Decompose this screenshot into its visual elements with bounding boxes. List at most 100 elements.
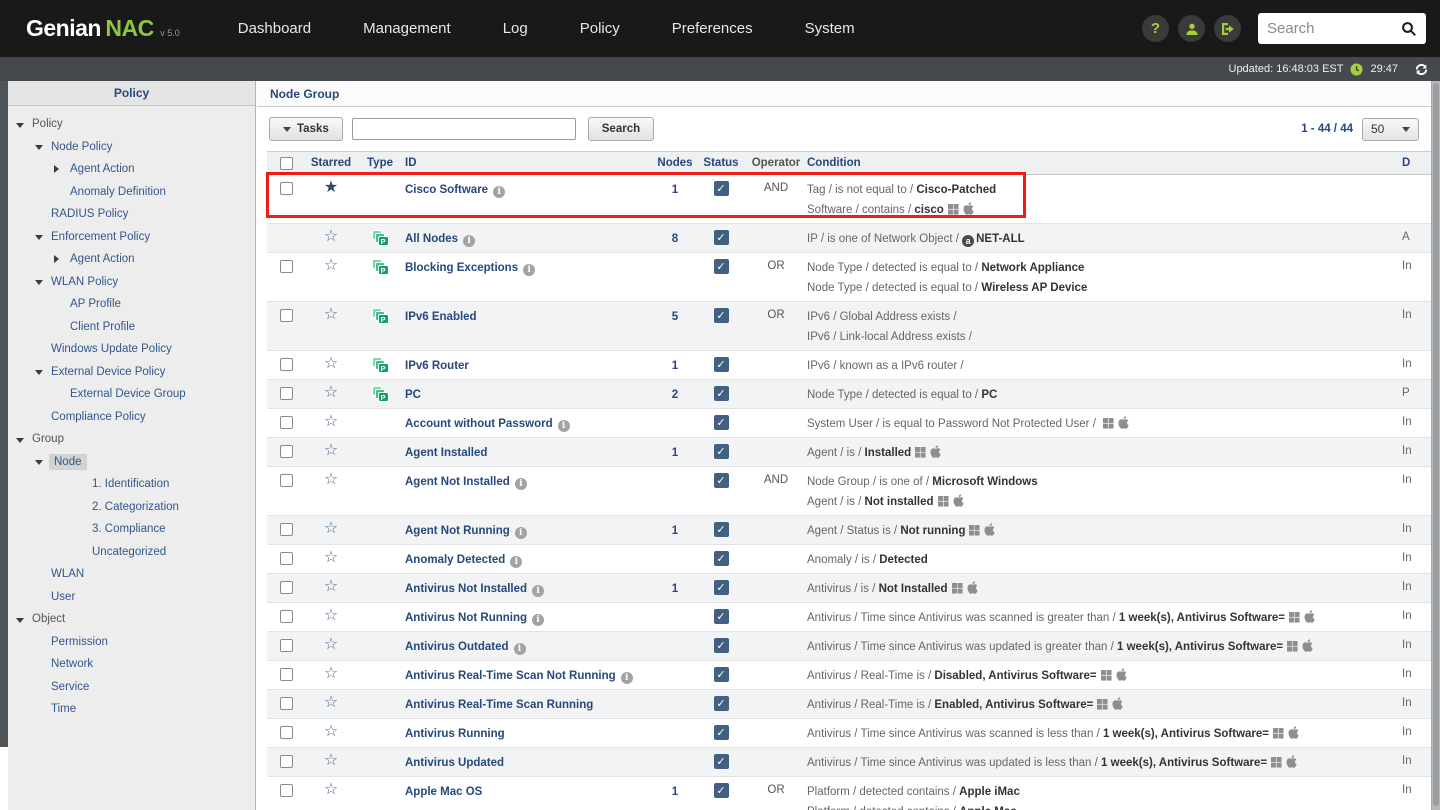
star-filled-icon[interactable]: ★ [324, 180, 338, 196]
nav-management[interactable]: Management [363, 20, 451, 37]
info-icon[interactable]: i [620, 672, 633, 684]
status-enabled-checkbox[interactable]: ✓ [713, 725, 729, 740]
row-checkbox[interactable] [279, 668, 293, 681]
node-group-link[interactable]: Antivirus Real-Time Scan Not Running [405, 670, 616, 682]
search-button[interactable]: Search [587, 117, 655, 141]
sidebar-item-agent-action[interactable]: Agent Action [8, 158, 255, 181]
row-checkbox[interactable] [279, 610, 293, 623]
sidebar-item-agent-action[interactable]: Agent Action [8, 248, 255, 271]
status-enabled-checkbox[interactable]: ✓ [713, 444, 729, 459]
star-outline-icon[interactable]: ☆ [324, 695, 338, 711]
node-group-link[interactable]: Antivirus Real-Time Scan Running [405, 699, 593, 711]
star-outline-icon[interactable]: ☆ [324, 753, 338, 769]
status-enabled-checkbox[interactable]: ✓ [713, 754, 729, 769]
info-icon[interactable]: i [493, 186, 506, 198]
sidebar-item-compliance-policy[interactable]: Compliance Policy [8, 406, 255, 429]
sidebar-item-external-device-group[interactable]: External Device Group [8, 383, 255, 406]
page-size-select[interactable]: 50 [1362, 117, 1419, 141]
node-group-link[interactable]: Antivirus Running [405, 728, 505, 740]
info-icon[interactable]: i [532, 585, 545, 597]
tasks-button[interactable]: Tasks [269, 117, 343, 141]
tree-collapse-icon[interactable] [35, 233, 48, 240]
node-group-link[interactable]: Antivirus Not Running [405, 612, 527, 624]
row-checkbox[interactable] [279, 260, 293, 273]
node-group-link[interactable]: Account without Password [405, 418, 553, 430]
row-checkbox[interactable] [279, 639, 293, 652]
sidebar-item-external-device-policy[interactable]: External Device Policy [8, 361, 255, 384]
row-checkbox[interactable] [279, 182, 293, 195]
star-outline-icon[interactable]: ☆ [324, 414, 338, 430]
status-enabled-checkbox[interactable]: ✓ [713, 609, 729, 624]
tree-expand-icon[interactable] [54, 165, 67, 173]
star-outline-icon[interactable]: ☆ [324, 724, 338, 740]
sidebar-item-node[interactable]: Node [8, 451, 255, 474]
tree-collapse-icon[interactable] [35, 458, 48, 465]
star-outline-icon[interactable]: ☆ [324, 521, 338, 537]
status-enabled-checkbox[interactable]: ✓ [713, 473, 729, 488]
nav-log[interactable]: Log [503, 20, 528, 37]
node-group-link[interactable]: Blocking Exceptions [405, 262, 518, 274]
row-checkbox[interactable] [279, 581, 293, 594]
star-outline-icon[interactable]: ☆ [324, 782, 338, 798]
star-outline-icon[interactable]: ☆ [324, 229, 338, 245]
sidebar-item-2-categorization[interactable]: 2. Categorization [8, 496, 255, 519]
star-outline-icon[interactable]: ☆ [324, 356, 338, 372]
status-enabled-checkbox[interactable]: ✓ [713, 638, 729, 653]
star-outline-icon[interactable]: ☆ [324, 258, 338, 274]
sidebar-item-enforcement-policy[interactable]: Enforcement Policy [8, 226, 255, 249]
sidebar-item-3-compliance[interactable]: 3. Compliance [8, 518, 255, 541]
status-enabled-checkbox[interactable]: ✓ [713, 696, 729, 711]
sidebar-item-policy[interactable]: Policy [8, 113, 255, 136]
help-icon[interactable]: ? [1142, 15, 1169, 42]
info-icon[interactable]: i [532, 614, 545, 626]
sidebar-item-permission[interactable]: Permission [8, 631, 255, 654]
search-input[interactable] [1267, 20, 1387, 37]
nav-policy[interactable]: Policy [580, 20, 620, 37]
tree-collapse-icon[interactable] [35, 278, 48, 285]
nav-preferences[interactable]: Preferences [672, 20, 753, 37]
star-outline-icon[interactable]: ☆ [324, 608, 338, 624]
row-checkbox[interactable] [279, 416, 293, 429]
row-checkbox[interactable] [279, 552, 293, 565]
nav-dashboard[interactable]: Dashboard [238, 20, 311, 37]
status-enabled-checkbox[interactable]: ✓ [713, 415, 729, 430]
tree-expand-icon[interactable] [54, 255, 67, 263]
search-icon[interactable] [1401, 21, 1417, 37]
info-icon[interactable]: i [523, 264, 536, 276]
node-count-link[interactable]: 5 [672, 309, 678, 323]
node-group-link[interactable]: Antivirus Outdated [405, 641, 509, 653]
logout-icon[interactable] [1214, 15, 1241, 42]
status-enabled-checkbox[interactable]: ✓ [713, 308, 729, 323]
status-enabled-checkbox[interactable]: ✓ [713, 551, 729, 566]
node-count-link[interactable]: 2 [672, 387, 678, 401]
star-outline-icon[interactable]: ☆ [324, 307, 338, 323]
refresh-icon[interactable] [1415, 63, 1428, 76]
star-outline-icon[interactable]: ☆ [324, 443, 338, 459]
sidebar-item-anomaly-definition[interactable]: Anomaly Definition [8, 181, 255, 204]
sidebar-item-uncategorized[interactable]: Uncategorized [8, 541, 255, 564]
node-group-link[interactable]: Cisco Software [405, 184, 488, 196]
info-icon[interactable]: i [513, 643, 526, 655]
status-enabled-checkbox[interactable]: ✓ [713, 259, 729, 274]
star-outline-icon[interactable]: ☆ [324, 550, 338, 566]
node-count-link[interactable]: 1 [672, 523, 678, 537]
tree-collapse-icon[interactable] [16, 436, 29, 443]
scrollbar-thumb[interactable] [1433, 83, 1439, 806]
tree-collapse-icon[interactable] [16, 121, 29, 128]
status-enabled-checkbox[interactable]: ✓ [713, 522, 729, 537]
info-icon[interactable]: i [557, 420, 570, 432]
node-count-link[interactable]: 1 [672, 358, 678, 372]
star-outline-icon[interactable]: ☆ [324, 666, 338, 682]
node-count-link[interactable]: 1 [672, 581, 678, 595]
filter-input[interactable] [351, 118, 576, 140]
node-group-link[interactable]: Agent Not Running [405, 525, 510, 537]
sidebar-item-wlan-policy[interactable]: WLAN Policy [8, 271, 255, 294]
node-count-link[interactable]: 8 [672, 231, 678, 245]
status-enabled-checkbox[interactable]: ✓ [713, 230, 729, 245]
row-checkbox[interactable] [279, 358, 293, 371]
node-count-link[interactable]: 1 [672, 784, 678, 798]
sidebar-item-object[interactable]: Object [8, 608, 255, 631]
sidebar-item-1-identification[interactable]: 1. Identification [8, 473, 255, 496]
row-checkbox[interactable] [279, 445, 293, 458]
status-enabled-checkbox[interactable]: ✓ [713, 783, 729, 798]
